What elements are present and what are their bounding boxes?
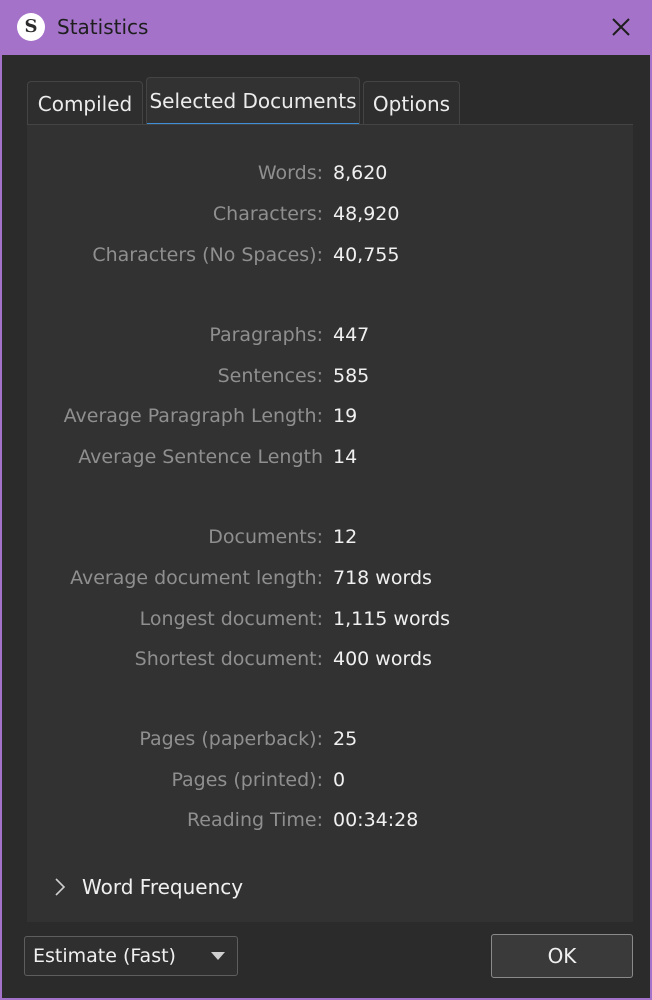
stat-sentences: Sentences: 585 <box>27 361 633 391</box>
count-mode-dropdown[interactable]: Estimate (Fast) <box>24 936 238 976</box>
stat-label: Documents: <box>208 526 323 548</box>
stat-value: 8,620 <box>333 162 388 184</box>
stat-label: Pages (paperback): <box>139 728 323 750</box>
stat-paragraphs: Paragraphs: 447 <box>27 320 633 350</box>
stat-value: 447 <box>333 324 370 346</box>
statistics-dialog: S Statistics Compiled Selected Documents… <box>0 0 652 1000</box>
stat-characters: Characters: 48,920 <box>27 199 633 229</box>
tab-options-label: Options <box>372 92 451 116</box>
window-title: Statistics <box>57 15 149 39</box>
stat-label: Longest document: <box>139 608 323 630</box>
close-button[interactable] <box>606 12 636 42</box>
stat-label: Average Paragraph Length: <box>63 405 323 427</box>
stat-avg-paragraph-length: Average Paragraph Length: 19 <box>27 401 633 431</box>
stat-label: Reading Time: <box>186 809 323 831</box>
stat-value: 25 <box>333 728 358 750</box>
word-frequency-disclosure[interactable]: Word Frequency <box>52 869 352 905</box>
stat-label: Characters: <box>212 203 323 225</box>
stat-value: 12 <box>333 526 358 548</box>
stat-label: Paragraphs: <box>209 324 323 346</box>
stat-value: 40,755 <box>333 244 400 266</box>
stat-value: 718 words <box>333 567 432 589</box>
stat-shortest-document: Shortest document: 400 words <box>27 644 633 674</box>
stat-label: Average Sentence Length <box>78 446 323 468</box>
stat-characters-no-spaces: Characters (No Spaces): 40,755 <box>27 240 633 270</box>
stat-documents: Documents: 12 <box>27 522 633 552</box>
tab-bar: Compiled Selected Documents Options <box>27 77 633 126</box>
word-frequency-label: Word Frequency <box>82 875 244 899</box>
stats-panel: Words: 8,620 Characters: 48,920 Characte… <box>27 125 633 922</box>
count-mode-selected: Estimate (Fast) <box>33 945 176 967</box>
scrivener-app-icon: S <box>17 13 45 41</box>
stat-label: Sentences: <box>217 365 323 387</box>
stat-pages-paperback: Pages (paperback): 25 <box>27 724 633 754</box>
tab-options[interactable]: Options <box>363 81 460 125</box>
stat-value: 48,920 <box>333 203 400 225</box>
stat-label: Shortest document: <box>134 648 323 670</box>
stat-value: 19 <box>333 405 358 427</box>
stat-value: 585 <box>333 365 370 387</box>
stat-label: Words: <box>257 162 323 184</box>
tab-compiled-label: Compiled <box>37 92 133 116</box>
tab-compiled[interactable]: Compiled <box>27 81 143 125</box>
stat-value: 400 words <box>333 648 432 670</box>
stat-label: Pages (printed): <box>171 769 323 791</box>
ok-button[interactable]: OK <box>491 934 633 978</box>
stat-value: 00:34:28 <box>333 809 419 831</box>
stat-avg-sentence-length: Average Sentence Length 14 <box>27 442 633 472</box>
stat-avg-document-length: Average document length: 718 words <box>27 563 633 593</box>
stat-label: Average document length: <box>70 567 323 589</box>
chevron-right-icon <box>55 878 66 896</box>
stat-value: 1,115 words <box>333 608 451 630</box>
close-icon <box>612 18 630 36</box>
tab-selected-documents-label: Selected Documents <box>149 89 357 113</box>
stat-pages-printed: Pages (printed): 0 <box>27 765 633 795</box>
stat-words: Words: 8,620 <box>27 158 633 188</box>
title-bar[interactable]: S Statistics <box>2 0 650 55</box>
tab-selected-documents[interactable]: Selected Documents <box>146 77 360 126</box>
stat-value: 14 <box>333 446 358 468</box>
stat-reading-time: Reading Time: 00:34:28 <box>27 805 633 835</box>
stat-label: Characters (No Spaces): <box>92 244 323 266</box>
stat-value: 0 <box>333 769 346 791</box>
stat-longest-document: Longest document: 1,115 words <box>27 604 633 634</box>
caret-down-icon <box>211 952 225 960</box>
